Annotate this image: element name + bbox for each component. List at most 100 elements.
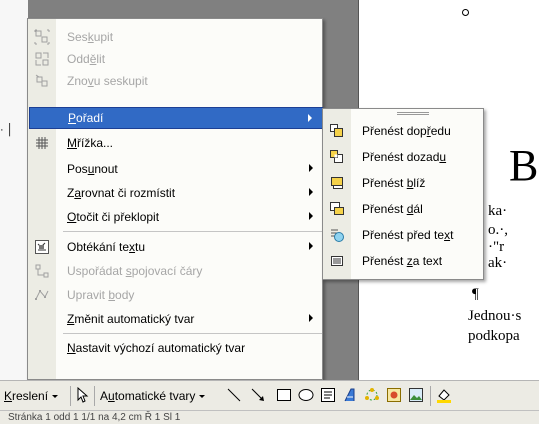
submenu-item-label: Přenést dál (362, 202, 423, 216)
menu-item-label: Obtékání textu (67, 240, 146, 254)
status-bar: Stránka 1 odd 1 1/1 na 4,2 cm Ř 1 Sl 1 (0, 410, 539, 424)
paint-bucket-icon (436, 387, 452, 406)
menu-item-posunout[interactable]: Posunout (29, 158, 323, 180)
draw-menu-button[interactable]: Kreslení (4, 387, 59, 405)
line-icon (226, 387, 242, 406)
submenu-item-label: Přenést dozadu (362, 150, 447, 164)
arrow-button[interactable] (250, 387, 266, 405)
menu-item-zmenit-automaticky-tvar[interactable]: Změnit automatický tvar (29, 308, 323, 330)
dropdown-arrow-icon (199, 394, 206, 398)
menu-item-label: Znovu seskupit (67, 74, 148, 88)
menu-item-label: Mřížka... (67, 136, 114, 150)
clipart-icon (386, 387, 402, 406)
rectangle-button[interactable] (276, 387, 292, 405)
menu-item-label: Oddělit (67, 52, 106, 66)
textbox-button[interactable] (320, 387, 336, 405)
fill-color-button[interactable] (436, 387, 452, 405)
menu-item-obtekani-textu[interactable]: Obtékání textu (29, 236, 323, 258)
line-button[interactable] (226, 387, 242, 405)
left-margin-strip (0, 0, 28, 380)
oval-button[interactable] (298, 387, 314, 405)
document-text-line: ·"r (488, 239, 505, 255)
submenu-item-prenest-pred-text[interactable]: Přenést před text (324, 223, 484, 247)
menu-item-label: Zarovnat či rozmístit (67, 186, 176, 200)
menu-item-nastavit-vychozi[interactable]: Nastavit výchozí automatický tvar (29, 337, 323, 359)
grid-icon (29, 132, 55, 154)
submenu-arrow-icon (309, 188, 313, 196)
group-icon (29, 26, 55, 48)
bring-forward-icon (324, 171, 350, 195)
menu-item-label: Pořadí (68, 111, 104, 125)
submenu-arrow-icon (309, 164, 313, 172)
picture-icon (408, 387, 424, 406)
document-text-line: ka· (488, 203, 508, 219)
menu-item-oddelit[interactable]: Oddělit (29, 48, 323, 70)
picture-button[interactable] (408, 387, 424, 405)
send-to-back-icon (324, 145, 350, 169)
draw-menu-label: Kreslení (4, 389, 49, 403)
submenu-item-prenest-za-text[interactable]: Přenést za text (324, 249, 484, 273)
menu-item-znovu-seskupit[interactable]: Znovu seskupit (29, 70, 323, 92)
menu-item-label: Uspořádat spojovací čáry (67, 264, 203, 278)
toolbar-separator (94, 386, 95, 406)
menu-item-mrizka[interactable]: Mřížka... (29, 132, 323, 154)
menu-separator (63, 333, 322, 334)
diagram-icon (364, 387, 380, 406)
menu-item-otocit[interactable]: Otočit či překlopit (29, 206, 323, 228)
document-drop-cap: B (509, 141, 539, 190)
submenu-arrow-icon (308, 114, 312, 122)
menu-separator (63, 231, 322, 232)
menu-item-usporadat-spojovaci-cary[interactable]: Uspořádat spojovací čáry (29, 260, 323, 282)
toolbar-separator (430, 386, 431, 406)
bring-to-front-icon (324, 119, 350, 143)
wordart-button[interactable] (342, 387, 358, 405)
drawing-toolbar: Kreslení Automatické tvary (0, 380, 539, 410)
menu-item-label: Otočit či překlopit (67, 210, 160, 224)
menu-item-zarovnat[interactable]: Zarovnat či rozmístit (29, 182, 323, 204)
menu-item-seskupit[interactable]: Seskupit (29, 26, 323, 48)
diagram-button[interactable] (364, 387, 380, 405)
submenu-item-prenest-dozadu[interactable]: Přenést dozadu (324, 145, 484, 169)
autoshapes-label: Automatické tvary (100, 389, 196, 403)
clipart-button[interactable] (386, 387, 402, 405)
shape-rotation-handle[interactable] (462, 9, 469, 16)
submenu-drag-grip[interactable] (397, 112, 429, 115)
send-behind-text-icon (324, 249, 350, 273)
submenu-item-label: Přenést za text (362, 254, 443, 268)
poradi-submenu: Přenést dopředu Přenést dozadu Přenést b… (322, 108, 484, 280)
menu-item-label: Seskupit (67, 30, 114, 44)
regroup-icon (29, 70, 55, 92)
menu-item-label: Nastavit výchozí automatický tvar (67, 341, 246, 355)
submenu-item-label: Přenést před text (362, 228, 454, 242)
menu-item-label: Posunout (67, 162, 118, 176)
document-text-line: ak· (488, 255, 508, 271)
submenu-item-prenest-dal[interactable]: Přenést dál (324, 197, 484, 221)
edit-points-icon (29, 284, 55, 306)
dropdown-arrow-icon (52, 394, 59, 398)
autoshapes-button[interactable]: Automatické tvary (100, 387, 206, 405)
select-objects-button[interactable] (75, 386, 89, 406)
document-text-line: o.·, (488, 222, 508, 238)
document-text-line: Jednou·s (468, 308, 522, 324)
pilcrow-mark: ¶ (472, 286, 479, 302)
rectangle-icon (276, 387, 292, 406)
cursor-arrow-icon (75, 386, 89, 406)
wordart-icon (342, 387, 358, 406)
drawing-context-menu: Seskupit Oddělit Znovu seskupit Pořadí M… (27, 18, 323, 380)
ruler-mark: · │ (0, 124, 14, 136)
submenu-item-label: Přenést dopředu (362, 124, 451, 138)
toolbar-separator (70, 386, 71, 406)
submenu-item-label: Přenést blíž (362, 176, 426, 190)
text-wrap-icon (29, 236, 55, 258)
submenu-item-prenest-bliz[interactable]: Přenést blíž (324, 171, 484, 195)
oval-icon (298, 387, 314, 406)
arrow-line-icon (250, 387, 266, 406)
ungroup-icon (29, 48, 55, 70)
menu-item-label: Upravit body (67, 288, 135, 302)
submenu-arrow-icon (309, 242, 313, 250)
menu-item-upravit-body[interactable]: Upravit body (29, 284, 323, 306)
bring-in-front-of-text-icon (324, 223, 350, 247)
submenu-item-prenest-dopredu[interactable]: Přenést dopředu (324, 119, 484, 143)
menu-item-poradi[interactable]: Pořadí (29, 107, 323, 129)
send-backward-icon (324, 197, 350, 221)
